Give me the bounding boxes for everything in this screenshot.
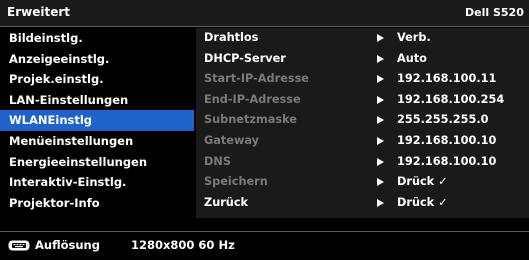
sidebar-item-anzeigeeinstlg[interactable]: Anzeigeeinstlg. — [0, 49, 194, 70]
setting-row-speichern: Speichern Drück ✓ — [196, 172, 529, 193]
setting-value: 192.168.100.10 — [397, 133, 497, 147]
setting-value: 255.255.255.0 — [397, 113, 489, 127]
arrow-right-icon — [377, 54, 384, 63]
projector-model: Dell S520 — [465, 6, 524, 19]
setting-row-dns: DNS 192.168.100.10 — [196, 152, 529, 173]
sidebar-item-lan-einstellungen[interactable]: LAN-Einstellungen — [0, 90, 194, 111]
setting-row-dhcp-server[interactable]: DHCP-Server Auto — [196, 49, 529, 70]
sidebar-item-menueinstellungen[interactable]: Menüeinstellungen — [0, 131, 194, 152]
sidebar-item-wlaneinstlg[interactable]: WLANEinstlg — [0, 110, 194, 131]
arrow-right-icon — [377, 95, 384, 104]
arrow-right-icon — [377, 198, 384, 207]
setting-label: Start-IP-Adresse — [204, 72, 309, 86]
setting-label: Zurück — [204, 195, 249, 209]
resolution-label: Auflösung — [35, 238, 100, 252]
sidebar-item-energieeinstellungen[interactable]: Energieeinstellungen — [0, 152, 194, 173]
arrow-right-icon — [377, 178, 384, 187]
setting-value: 192.168.100.254 — [397, 92, 505, 106]
setting-row-start-ip-adresse: Start-IP-Adresse 192.168.100.11 — [196, 69, 529, 90]
setting-row-end-ip-adresse: End-IP-Adresse 192.168.100.254 — [196, 90, 529, 111]
setting-value: Drück ✓ — [397, 175, 448, 189]
setting-label: Drahtlos — [204, 31, 259, 44]
setting-label: DNS — [204, 154, 231, 168]
sidebar: Bildeinstlg. Anzeigeeinstlg. Projek.eins… — [0, 28, 194, 218]
arrow-right-icon — [377, 75, 384, 84]
resolution-value: 1280x800 60 Hz — [131, 238, 235, 252]
setting-value: 192.168.100.11 — [397, 72, 497, 86]
sidebar-item-interaktiv-einstlg[interactable]: Interaktiv-Einstlg. — [0, 172, 194, 193]
status-footer: Auflösung 1280x800 60 Hz — [0, 231, 529, 260]
setting-label: Speichern — [204, 175, 268, 189]
setting-label: Gateway — [204, 133, 260, 147]
setting-row-zurueck[interactable]: Zurück Drück ✓ — [196, 193, 529, 214]
settings-panel: Drahtlos Verb. DHCP-Server Auto Start-IP… — [196, 28, 529, 218]
sidebar-item-bildeinstlg[interactable]: Bildeinstlg. — [0, 28, 194, 49]
setting-label: Subnetzmaske — [204, 113, 297, 127]
setting-label: End-IP-Adresse — [204, 92, 301, 106]
menu-title: Erweitert — [7, 5, 70, 19]
arrow-right-icon — [377, 157, 384, 166]
setting-row-drahtlos[interactable]: Drahtlos Verb. — [196, 28, 529, 49]
setting-value: Drück ✓ — [397, 195, 448, 209]
keyboard-icon — [8, 240, 30, 251]
setting-value: Verb. — [397, 31, 431, 44]
arrow-right-icon — [377, 136, 384, 145]
arrow-right-icon — [377, 116, 384, 125]
sidebar-item-projekeinstlg[interactable]: Projek.einstlg. — [0, 69, 194, 90]
setting-value: 192.168.100.10 — [397, 154, 497, 168]
setting-row-subnetzmaske: Subnetzmaske 255.255.255.0 — [196, 110, 529, 131]
arrow-right-icon — [377, 34, 384, 42]
setting-label: DHCP-Server — [204, 51, 286, 65]
sidebar-item-projektor-info[interactable]: Projektor-Info — [0, 193, 194, 214]
setting-value: Auto — [397, 51, 427, 65]
setting-row-gateway: Gateway 192.168.100.10 — [196, 131, 529, 152]
title-bar: Erweitert Dell S520 — [0, 0, 529, 27]
